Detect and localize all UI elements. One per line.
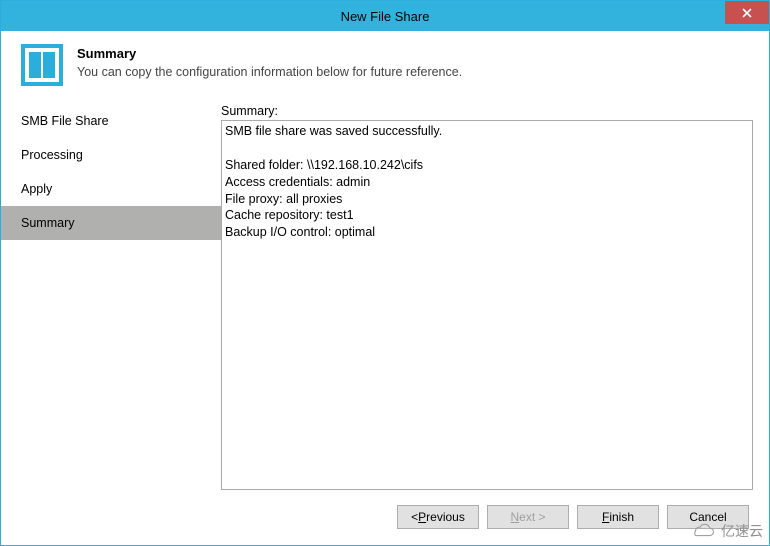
file-share-icon: [21, 44, 63, 86]
wizard-steps-sidebar: SMB File Share Processing Apply Summary: [1, 104, 221, 490]
finish-hotkey: F: [602, 510, 609, 524]
page-subtitle: You can copy the configuration informati…: [77, 65, 462, 79]
previous-suffix: revious: [426, 510, 465, 524]
sidebar-item-processing[interactable]: Processing: [1, 138, 221, 172]
finish-button[interactable]: Finish: [577, 505, 659, 529]
titlebar: New File Share: [1, 1, 769, 31]
summary-label: Summary:: [221, 104, 753, 118]
close-button[interactable]: [725, 1, 769, 24]
main-panel: Summary: SMB file share was saved succes…: [221, 104, 769, 490]
sidebar-item-smb-file-share[interactable]: SMB File Share: [1, 104, 221, 138]
cancel-button[interactable]: Cancel: [667, 505, 749, 529]
previous-hotkey: P: [418, 510, 426, 524]
wizard-window: New File Share Summary You can copy the …: [0, 0, 770, 546]
next-button: Next >: [487, 505, 569, 529]
window-title: New File Share: [341, 9, 430, 24]
finish-suffix: inish: [609, 510, 634, 524]
sidebar-item-apply[interactable]: Apply: [1, 172, 221, 206]
sidebar-item-label: SMB File Share: [21, 114, 109, 128]
cancel-label: Cancel: [689, 510, 726, 524]
sidebar-item-summary[interactable]: Summary: [1, 206, 221, 240]
previous-button[interactable]: < Previous: [397, 505, 479, 529]
wizard-header: Summary You can copy the configuration i…: [1, 31, 769, 104]
page-title: Summary: [77, 46, 462, 61]
previous-prefix: <: [411, 510, 418, 524]
sidebar-item-label: Processing: [21, 148, 83, 162]
next-hotkey: N: [510, 510, 519, 524]
sidebar-item-label: Summary: [21, 216, 74, 230]
close-icon: [742, 8, 752, 18]
next-suffix: ext >: [519, 510, 545, 524]
content: SMB File Share Processing Apply Summary …: [1, 104, 769, 490]
summary-textarea[interactable]: SMB file share was saved successfully. S…: [221, 120, 753, 490]
sidebar-item-label: Apply: [21, 182, 52, 196]
wizard-footer: < Previous Next > Finish Cancel: [1, 490, 769, 544]
